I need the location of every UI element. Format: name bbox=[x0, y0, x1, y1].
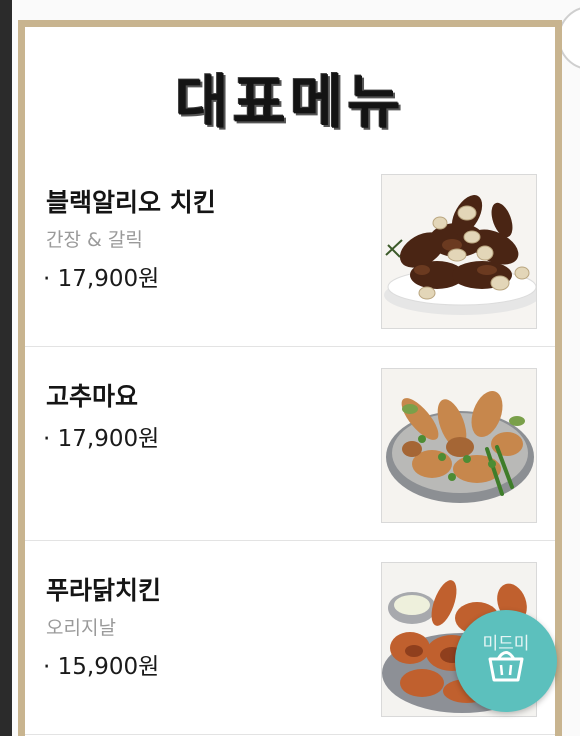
menu-item-image[interactable] bbox=[381, 368, 537, 523]
menu-item-description: 오리지날 bbox=[46, 617, 116, 639]
menu-item-description: 간장 & 갈릭 bbox=[46, 229, 143, 251]
menu-item-price: · 15,900원 bbox=[43, 654, 160, 680]
gochu-mayo-chicken-photo bbox=[382, 369, 536, 522]
menu-item-price: · 17,900원 bbox=[43, 426, 160, 452]
menu-item-image[interactable] bbox=[381, 174, 537, 329]
menu-item-name: 블랙알리오 치킨 bbox=[46, 188, 216, 217]
black-alio-chicken-photo bbox=[382, 175, 536, 328]
cart-button[interactable]: 미드미 bbox=[455, 610, 557, 712]
menu-item-price: · 17,900원 bbox=[43, 266, 160, 292]
page: 대표메뉴 블랙알리오 치킨 간장 & 갈릭 · 17,900원 고추마요 · 1… bbox=[0, 0, 580, 736]
menu-item-name: 고추마요 bbox=[46, 382, 139, 411]
left-edge-strip bbox=[0, 0, 12, 736]
menu-item-name: 푸라닭치킨 bbox=[46, 576, 162, 605]
menu-item[interactable]: 블랙알리오 치킨 간장 & 갈릭 · 17,900원 bbox=[25, 153, 555, 347]
page-title: 대표메뉴 bbox=[175, 68, 405, 136]
basket-icon bbox=[486, 644, 526, 688]
menu-item[interactable]: 고추마요 · 17,900원 bbox=[25, 347, 555, 541]
